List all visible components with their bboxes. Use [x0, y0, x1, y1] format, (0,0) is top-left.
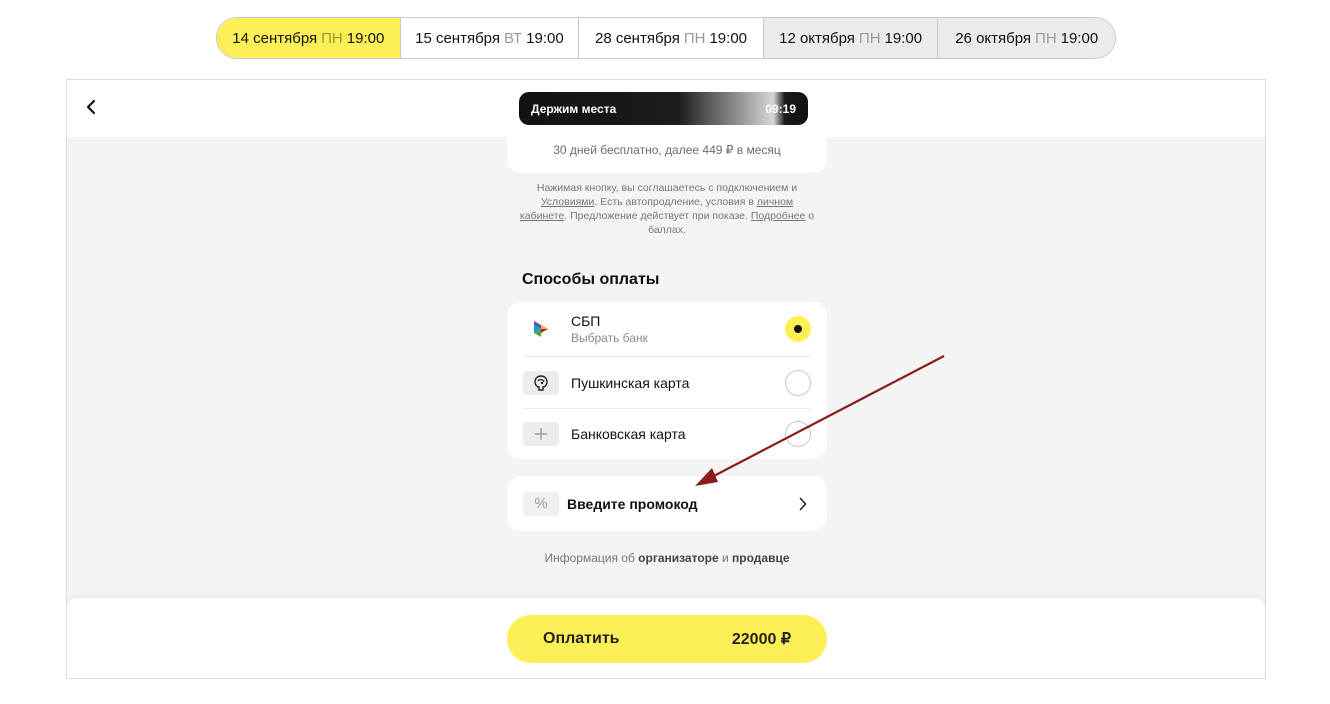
- promo-code-label: Введите промокод: [567, 495, 698, 512]
- promo-code-row[interactable]: % Введите промокод: [507, 476, 827, 531]
- payment-methods-list: СБП Выбрать банк Пушкинская карта Банков…: [507, 302, 827, 459]
- payment-method-sbp[interactable]: СБП Выбрать банк: [523, 302, 811, 357]
- date-tab-2[interactable]: 15 сентября ВТ 19:00: [399, 18, 579, 58]
- date-tab-time: 19:00: [884, 29, 923, 47]
- radio-sbp[interactable]: [785, 316, 811, 342]
- timer-value: 09:19: [765, 101, 796, 116]
- hold-timer: Держим места 09:19: [519, 92, 808, 125]
- payment-methods-title: Способы оплаты: [522, 271, 660, 288]
- radio-pushkin[interactable]: [785, 369, 811, 396]
- terms-link[interactable]: Условиями: [541, 196, 595, 208]
- more-link[interactable]: Подробнее: [751, 210, 805, 222]
- date-tab-date: 28 сентября: [594, 29, 680, 47]
- chevron-right-icon: [795, 496, 811, 512]
- date-tab-date: 12 октября: [779, 29, 855, 47]
- checkout-footer: Оплатить 22000 ₽: [67, 598, 1265, 678]
- date-tab-3[interactable]: 28 сентября ПН 19:00: [578, 18, 763, 58]
- pay-amount: 22000 ₽: [731, 631, 791, 648]
- pay-button-label: Оплатить: [543, 630, 620, 647]
- organizer-link[interactable]: организаторе: [638, 551, 719, 565]
- pay-button[interactable]: Оплатить 22000 ₽: [507, 615, 827, 663]
- payment-method-sub: Выбрать банк: [571, 331, 648, 345]
- date-selector: 14 сентября ПН 19:00 15 сентября ВТ 19:0…: [216, 17, 1116, 59]
- radio-bank-card[interactable]: [785, 421, 811, 447]
- legal-part: . Предложение действует при показе.: [564, 210, 751, 222]
- legal-part: . Есть автопродление, условия в: [594, 196, 757, 208]
- date-tab-time: 19:00: [346, 29, 385, 47]
- date-tab-dow: ПН: [683, 29, 706, 47]
- legal-part: Нажимая кнопку, вы соглашаетесь с подклю…: [536, 182, 798, 194]
- info-and: и: [718, 551, 733, 565]
- date-tab-time: 19:00: [709, 29, 748, 47]
- date-tab-date: 26 октября: [955, 29, 1032, 47]
- seller-link[interactable]: продавце: [732, 551, 789, 565]
- date-tab-dow: ПН: [858, 29, 881, 47]
- payment-method-label: СБП: [571, 313, 601, 329]
- subscription-card: 30 дней бесплатно, далее 449 ₽ в месяц: [507, 120, 827, 173]
- back-button[interactable]: [81, 94, 101, 120]
- date-tab-time: 19:00: [1060, 29, 1099, 47]
- payment-method-bank-card[interactable]: Банковская карта: [523, 409, 811, 459]
- percent-icon: %: [523, 491, 559, 516]
- plus-icon: [523, 422, 559, 446]
- organizer-info: Информация об организаторе и продавце: [507, 551, 827, 565]
- payment-method-pushkin[interactable]: Пушкинская карта: [523, 357, 811, 409]
- date-tab-5[interactable]: 26 октября ПН 19:00: [937, 18, 1115, 58]
- legal-text: Нажимая кнопку, вы соглашаетесь с подклю…: [519, 181, 815, 237]
- info-prefix: Информация об: [544, 551, 639, 565]
- chevron-left-icon: [86, 99, 96, 115]
- payment-method-label: Банковская карта: [571, 426, 686, 442]
- date-tab-time: 19:00: [526, 29, 564, 47]
- timer-label: Держим места: [531, 101, 617, 116]
- date-tab-1[interactable]: 14 сентября ПН 19:00: [217, 18, 400, 58]
- checkout-modal: 30 дней бесплатно, далее 449 ₽ в месяц Д…: [66, 79, 1266, 679]
- date-tab-dow: ВТ: [503, 29, 523, 47]
- date-tab-4[interactable]: 12 октября ПН 19:00: [762, 18, 938, 58]
- subscription-note: 30 дней бесплатно, далее 449 ₽ в месяц: [553, 143, 781, 157]
- date-tab-date: 15 сентября: [415, 29, 500, 47]
- date-tab-dow: ПН: [1035, 29, 1057, 47]
- sbp-icon: [523, 317, 559, 341]
- date-tab-dow: ПН: [321, 29, 343, 47]
- date-tab-date: 14 сентября: [232, 29, 318, 47]
- pushkin-card-icon: [523, 370, 559, 395]
- payment-method-label: Пушкинская карта: [571, 374, 690, 391]
